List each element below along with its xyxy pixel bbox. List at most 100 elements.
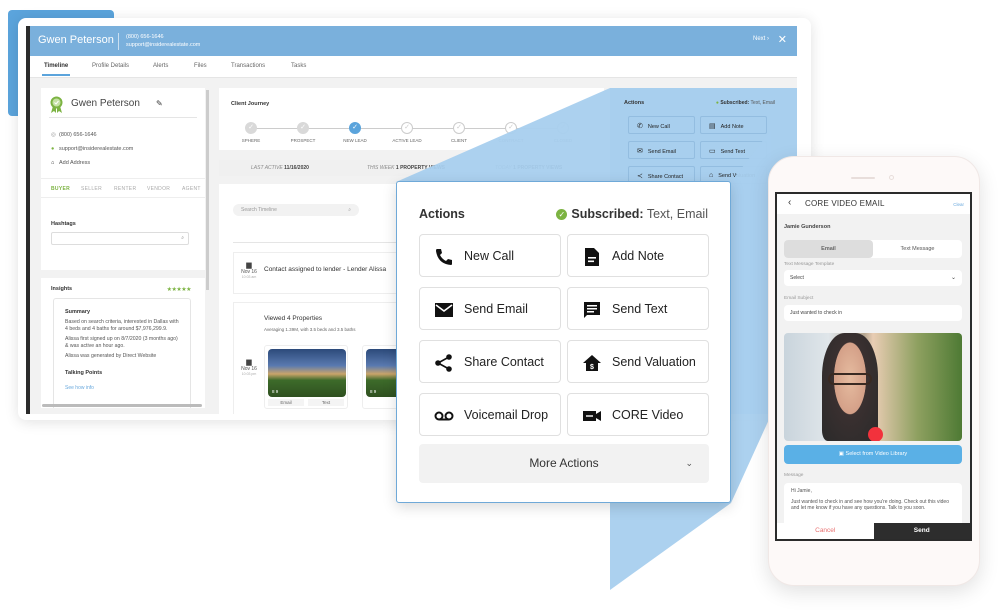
channel-toggle: Email Text Message: [784, 240, 962, 258]
chat-icon: [584, 302, 600, 318]
timeline-search-input[interactable]: Search Timeline ⌕: [233, 204, 359, 216]
tab-alerts[interactable]: Alerts: [153, 63, 168, 69]
actions-card: Actions ✓ Subscribed: Text, Email New Cal…: [396, 181, 731, 503]
role-tabs: BUYER SELLER RENTER VENDOR AGENT: [41, 178, 205, 198]
seg-email[interactable]: Email: [784, 240, 873, 258]
new-call-label: New Call: [464, 249, 515, 263]
phone-mockup: ‹ CORE VIDEO EMAIL Clear Jamie Gunderson…: [768, 156, 980, 586]
subscribed-status: ✓ Subscribed: Text, Email: [556, 207, 708, 221]
insights-label: Insights: [51, 286, 73, 292]
send-text-button[interactable]: Send Text: [567, 287, 709, 330]
add-address-link[interactable]: Add Address: [59, 160, 90, 166]
role-buyer[interactable]: BUYER: [51, 186, 70, 192]
stage-label: PROSPECT: [290, 138, 316, 143]
verified-icon: ●: [51, 146, 55, 152]
more-actions-button[interactable]: More Actions ⌄: [419, 444, 709, 483]
record-button[interactable]: [868, 427, 883, 441]
back-chevron-icon[interactable]: ‹: [788, 197, 791, 208]
insights-card: Summary Based on search criteria, intere…: [53, 298, 191, 408]
section-divider: [41, 270, 205, 278]
send-email-button-small[interactable]: ✉ Send Email: [628, 141, 695, 159]
stage-label: CLOSED: [553, 138, 573, 143]
check-icon: ✓: [245, 122, 257, 134]
subject-input[interactable]: Just wanted to check in: [784, 305, 962, 321]
role-seller[interactable]: SELLER: [81, 186, 102, 192]
next-button[interactable]: Next ›: [753, 36, 769, 42]
profile-email[interactable]: support@insiderealestate.com: [59, 146, 133, 152]
role-vendor[interactable]: VENDOR: [147, 186, 170, 192]
home-dollar-icon: $: [583, 355, 601, 371]
edit-pencil-icon[interactable]: ✎: [156, 99, 163, 108]
tab-files[interactable]: Files: [194, 63, 207, 69]
video-preview[interactable]: [784, 333, 962, 441]
phone-icon: [436, 249, 452, 265]
subject-label: Email Subject: [784, 296, 814, 301]
profile-phone-row: ◎ (800) 656-1646: [51, 132, 97, 138]
cancel-button[interactable]: Cancel: [777, 523, 874, 539]
property-card[interactable]: 8 9 Email Text: [264, 345, 348, 409]
journey-stage[interactable]: ✓ CONTRACT: [491, 122, 531, 143]
horizontal-scrollbar[interactable]: [42, 404, 202, 407]
chevron-down-icon: ⌄: [685, 458, 693, 468]
subscribed-small: ● Subscribed: Text, Email: [715, 100, 775, 106]
tab-transactions[interactable]: Transactions: [231, 63, 265, 69]
tab-timeline[interactable]: Timeline: [41, 63, 71, 76]
new-call-button[interactable]: New Call: [419, 234, 561, 277]
search-icon: ⌕: [181, 235, 184, 241]
tab-tasks[interactable]: Tasks: [291, 63, 306, 69]
close-icon[interactable]: ✕: [778, 33, 787, 46]
send-button[interactable]: Send: [873, 523, 970, 539]
journey-stage[interactable]: ✓ NEW LEAD: [335, 122, 375, 143]
rating-stars: ★★★★★: [166, 287, 192, 293]
voicemail-drop-button[interactable]: Voicemail Drop: [419, 393, 561, 436]
video-library-button[interactable]: ▣ Select from Video Library: [784, 445, 962, 464]
journey-stage[interactable]: ✓ CLOSED: [543, 122, 583, 143]
hashtags-label: Hashtags: [51, 221, 76, 227]
send-email-label: Send Email: [464, 302, 528, 316]
talking-points-link[interactable]: See how info: [65, 385, 94, 391]
property-photo[interactable]: 8 9: [268, 349, 346, 397]
property-text-button[interactable]: Text: [308, 399, 344, 406]
stage-label: SPHERE: [241, 138, 261, 143]
journey-stage[interactable]: ✓ CLIENT: [439, 122, 479, 143]
role-agent[interactable]: AGENT: [182, 186, 201, 192]
send-text-label: Send Text: [612, 302, 668, 316]
journey-stage[interactable]: ✓ SPHERE: [231, 122, 271, 143]
property-email-button[interactable]: Email: [268, 399, 304, 406]
check-icon: ✓: [505, 122, 517, 134]
message-label: Message: [784, 473, 804, 478]
hashtags-input[interactable]: ⌕: [51, 232, 189, 245]
share-contact-button[interactable]: Share Contact: [419, 340, 561, 383]
home-icon: ⌂: [51, 160, 55, 166]
send-email-button[interactable]: Send Email: [419, 287, 561, 330]
add-address-row[interactable]: ⌂ Add Address: [51, 160, 90, 166]
tab-profile-details[interactable]: Profile Details: [92, 63, 129, 69]
profile-email-row: ● support@insiderealestate.com: [51, 146, 133, 152]
role-renter[interactable]: RENTER: [114, 186, 136, 192]
phone-footer: Cancel Send: [777, 523, 970, 539]
summary-title: Summary: [65, 309, 91, 315]
add-note-label: Add Note: [612, 249, 665, 263]
check-icon: ✓: [297, 122, 309, 134]
add-note-button[interactable]: Add Note: [567, 234, 709, 277]
journey-stage[interactable]: ✓ PROSPECT: [283, 122, 323, 143]
search-icon: ⌕: [348, 207, 351, 213]
person-photo: [822, 333, 878, 441]
message-body: Just wanted to check in and see how you'…: [791, 498, 949, 512]
vertical-scrollbar[interactable]: [206, 90, 209, 290]
seg-text-message[interactable]: Text Message: [873, 240, 962, 258]
send-text-button-small[interactable]: ▭ Send Text: [700, 141, 767, 159]
talking-points-title: Talking Points: [65, 369, 103, 376]
core-video-button[interactable]: CORE Video: [567, 393, 709, 436]
header-contact-name: Gwen Peterson: [38, 34, 114, 46]
template-select[interactable]: Select ⌄: [784, 270, 962, 286]
new-call-button-small[interactable]: ✆ New Call: [628, 116, 695, 134]
event-date: ▆ Nov 16 10:03 pm: [241, 359, 257, 376]
add-note-button-small[interactable]: ▤ Add Note: [700, 116, 767, 134]
clear-button[interactable]: Clear: [953, 202, 964, 207]
profile-name: Gwen Peterson: [71, 98, 140, 109]
template-label: Text Message Template: [784, 262, 835, 267]
journey-stage[interactable]: ✓ ACTIVE LEAD: [387, 122, 427, 143]
stage-label: NEW LEAD: [343, 138, 367, 143]
send-valuation-button[interactable]: $ Send Valuation: [567, 340, 709, 383]
